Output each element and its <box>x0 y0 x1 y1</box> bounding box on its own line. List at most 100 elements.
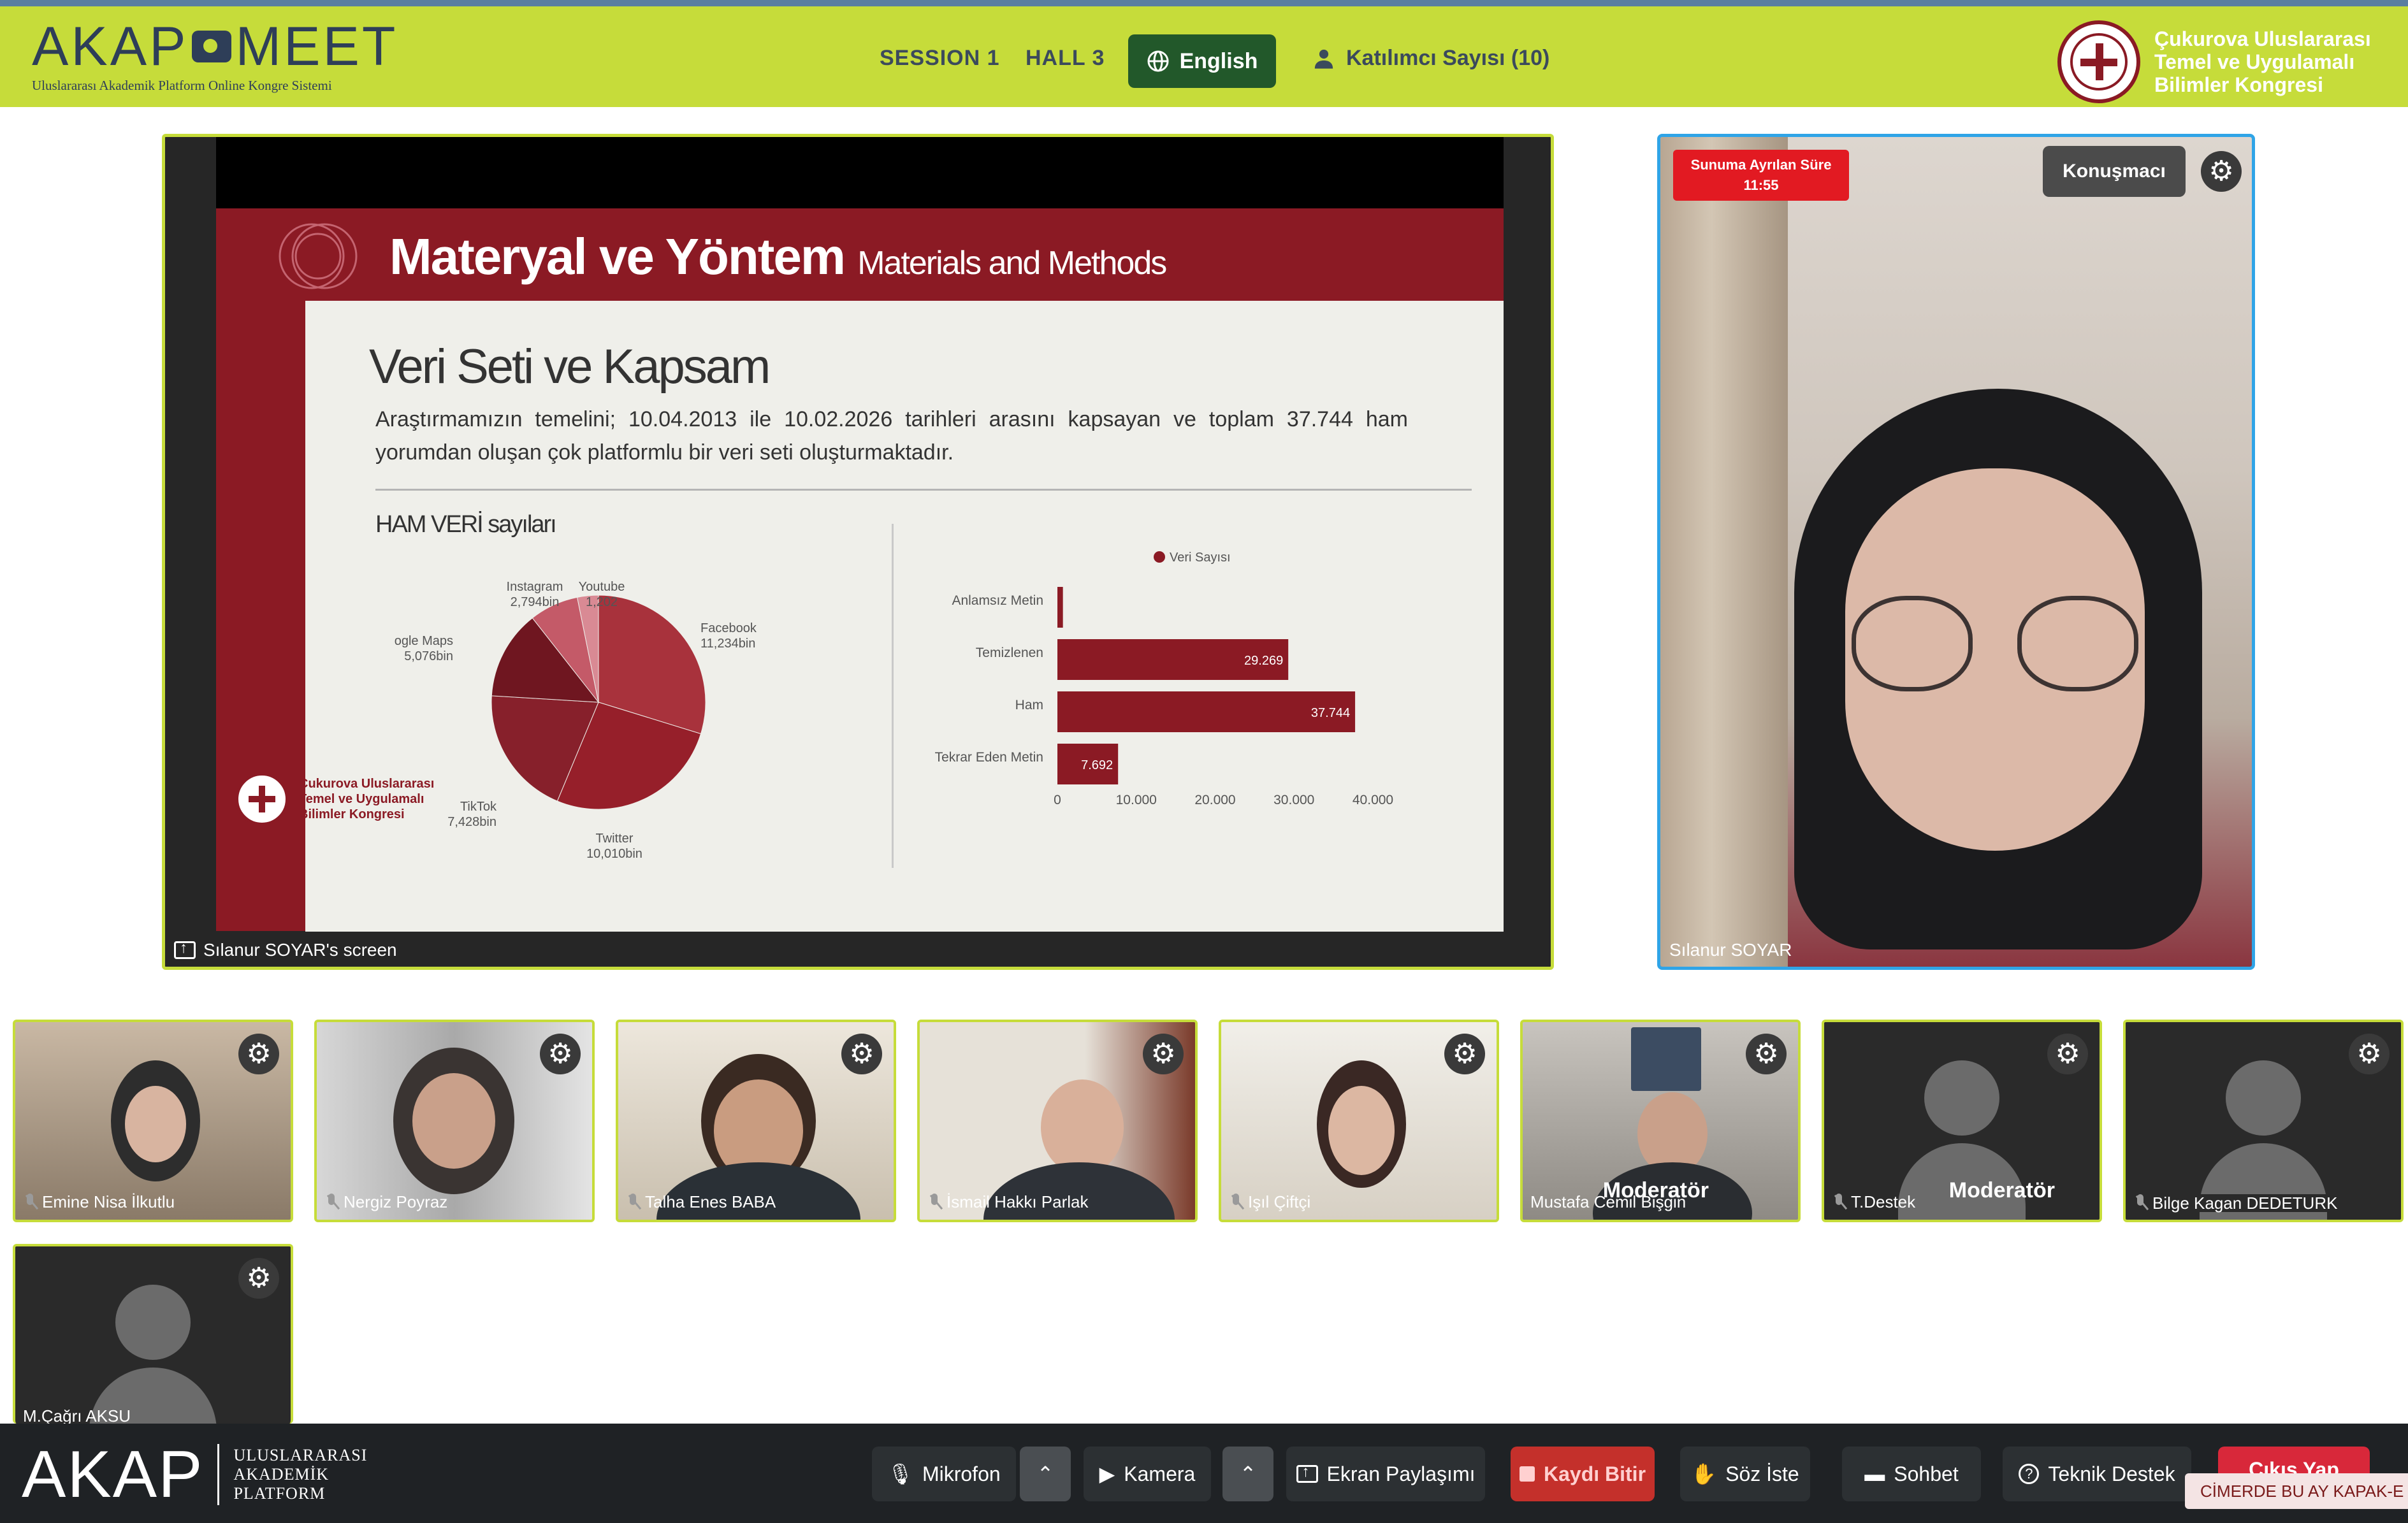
x-tick-label: 40.000 <box>1353 793 1393 807</box>
timer-value: 11:55 <box>1743 177 1779 193</box>
participant-tile[interactable]: ⚙ T.Destek Moderatör <box>1822 1020 2102 1222</box>
tech-support-label: Teknik Destek <box>2048 1462 2175 1485</box>
congress-name-line1: Çukurova Uluslararası <box>2154 27 2371 50</box>
speaker-name: Sılanur SOYAR <box>1669 940 1792 960</box>
pie-slice-value: 1,202 <box>586 595 618 609</box>
speaker-video-tile[interactable]: Sunuma Ayrılan Süre 11:55 Konuşmacı ⚙ Sı… <box>1657 134 2255 970</box>
portrait-frame <box>1631 1027 1701 1091</box>
participant-tile[interactable]: ⚙ Işıl Çiftçi <box>1219 1020 1499 1222</box>
gear-icon[interactable]: ⚙ <box>1746 1034 1787 1074</box>
slide-title-en: Materials and Methods <box>857 245 1167 282</box>
moderator-badge: Moderatör <box>1948 1178 2055 1202</box>
gear-icon[interactable]: ⚙ <box>238 1258 279 1299</box>
participant-face <box>412 1073 495 1169</box>
pie-slice-label: Google Maps <box>395 634 453 648</box>
x-tick-label: 30.000 <box>1273 793 1314 807</box>
participant-name: Işıl Çiftçi <box>1229 1192 1310 1212</box>
brand-sub3: PLATFORM <box>233 1484 326 1503</box>
pie-slice-value: 5,076bin <box>404 649 453 663</box>
gear-icon[interactable]: ⚙ <box>540 1034 581 1074</box>
stop-recording-button[interactable]: Kaydı Bitir <box>1511 1447 1655 1501</box>
bar-category-label: Temizlenen <box>976 646 1043 660</box>
bar-category-label: Tekrar Eden Metin <box>935 750 1043 765</box>
slide-congress-logo: Çukurova Uluslararası Temel ve Uygulamal… <box>235 772 434 826</box>
gear-icon[interactable]: ⚙ <box>2349 1034 2390 1074</box>
pie-slice-value: 11,234bin <box>700 637 755 651</box>
legend-marker <box>1154 551 1165 563</box>
chat-button[interactable]: ▬ Sohbet <box>1842 1447 1981 1501</box>
bar-category-label: Anlamsız Metin <box>952 593 1043 608</box>
globe-icon <box>1147 50 1169 72</box>
pie-slice-label: TikTok <box>460 800 497 814</box>
participant-tile[interactable]: ⚙ Emine Nisa İlkutlu <box>13 1020 293 1222</box>
presentation-slide: Materyal ve Yöntem Materials and Methods… <box>216 137 1504 932</box>
slide-divider <box>375 489 1472 491</box>
bar <box>1057 587 1063 628</box>
speaker-role-badge: Konuşmacı <box>2043 146 2186 197</box>
slide-title: Materyal ve Yöntem Materials and Methods <box>389 228 1167 285</box>
screen-owner-label: Sılanur SOYAR's screen <box>174 939 397 960</box>
camera-button[interactable]: ▶ Kamera <box>1084 1447 1211 1501</box>
microphone-button[interactable]: 🎙 Mikrofon <box>872 1447 1016 1501</box>
congress-logo: Çukurova Uluslararası Temel ve Uygulamal… <box>2057 20 2371 103</box>
avatar-icon <box>115 1285 191 1360</box>
gear-icon[interactable]: ⚙ <box>238 1034 279 1074</box>
slide-logo-line2: Temel ve Uygulamalı <box>299 792 424 806</box>
congress-name-line2: Temel ve Uygulamalı <box>2154 50 2355 73</box>
participant-name: Emine Nisa İlkutlu <box>23 1192 175 1212</box>
participant-tile[interactable]: ⚙ Nergiz Poyraz <box>314 1020 595 1222</box>
mic-off-icon <box>626 1193 640 1211</box>
slide-seal-icon <box>235 772 289 826</box>
brand-sub2: AKADEMİK <box>233 1465 330 1483</box>
shared-screen-tile[interactable]: Materyal ve Yöntem Materials and Methods… <box>162 134 1554 970</box>
gear-icon[interactable]: ⚙ <box>2201 151 2242 192</box>
help-icon: ? <box>2019 1464 2040 1484</box>
bar-value-label: 37.744 <box>1311 706 1350 720</box>
camera-options-button[interactable]: ⌃ <box>1222 1447 1273 1501</box>
glasses-right-lens <box>2017 596 2138 691</box>
screen-share-button[interactable]: Ekran Paylaşımı <box>1286 1447 1485 1501</box>
user-icon <box>1314 49 1333 69</box>
moderator-badge: Moderatör <box>1602 1178 1709 1202</box>
session-label: SESSION 1 <box>880 46 1000 70</box>
pie-slice-label: Youtube <box>579 580 625 594</box>
participant-count[interactable]: Katılımcı Sayısı (10) <box>1313 46 1549 71</box>
logo-text-left: AKAP <box>32 16 189 77</box>
participant-tile[interactable]: ⚙ M.Çağrı AKSU <box>13 1244 293 1424</box>
akapmeet-logo: AKAP MEET Uluslararası Akademik Platform… <box>32 19 398 94</box>
raise-hand-button[interactable]: ✋ Söz İste <box>1680 1447 1810 1501</box>
x-tick-label: 10.000 <box>1116 793 1157 807</box>
mic-off-icon <box>1832 1193 1846 1211</box>
notice-banner[interactable]: CİMERDE BU AY KAPAK-E <box>2185 1473 2408 1509</box>
gear-icon[interactable]: ⚙ <box>1143 1034 1184 1074</box>
participant-tile[interactable]: ⚙ Talha Enes BABA <box>616 1020 896 1222</box>
stop-recording-label: Kaydı Bitir <box>1543 1462 1646 1485</box>
participant-name: T.Destek <box>1832 1192 1915 1212</box>
pie-slice-label: Instagram <box>507 580 563 594</box>
mic-off-icon <box>927 1193 941 1211</box>
slide-paragraph: Araştırmamızın temelini; 10.04.2013 ile … <box>375 407 1408 465</box>
microphone-options-button[interactable]: ⌃ <box>1020 1447 1071 1501</box>
slide-content: Veri Seti ve Kapsam Araştırmamızın temel… <box>305 301 1504 932</box>
chart-divider <box>892 524 894 868</box>
gear-icon[interactable]: ⚙ <box>2047 1034 2088 1074</box>
logo-separator <box>217 1444 220 1505</box>
bottom-toolbar: AKAP ULUSLARARASI AKADEMİK PLATFORM 🎙 Mi… <box>0 1424 2408 1523</box>
language-button[interactable]: English <box>1128 34 1276 88</box>
camera-logo-icon <box>192 31 232 62</box>
congress-seal-icon <box>2057 20 2140 103</box>
participant-tile[interactable]: ⚙ Mustafa Cemil Bişgin Moderatör <box>1520 1020 1801 1222</box>
gear-icon[interactable]: ⚙ <box>841 1034 882 1074</box>
participant-name: Bilge Kagan DEDETURK <box>2133 1194 2350 1212</box>
participant-tile[interactable]: ⚙ Bilge Kagan DEDETURK <box>2123 1020 2404 1222</box>
avatar-icon <box>2226 1060 2301 1136</box>
slide-logo-line3: Bilimler Kongresi <box>299 807 405 821</box>
participant-face <box>1328 1086 1395 1175</box>
tech-support-button[interactable]: ? Teknik Destek <box>2003 1447 2191 1501</box>
participant-tile[interactable]: ⚙ İsmail Hakkı Parlak <box>917 1020 1198 1222</box>
participant-name: İsmail Hakkı Parlak <box>927 1192 1089 1212</box>
akap-footer-logo: AKAP ULUSLARARASI AKADEMİK PLATFORM <box>22 1441 367 1508</box>
pie-slice-value: 7,428bin <box>447 815 497 829</box>
gear-icon[interactable]: ⚙ <box>1444 1034 1485 1074</box>
presentation-timer: Sunuma Ayrılan Süre 11:55 <box>1673 150 1849 201</box>
